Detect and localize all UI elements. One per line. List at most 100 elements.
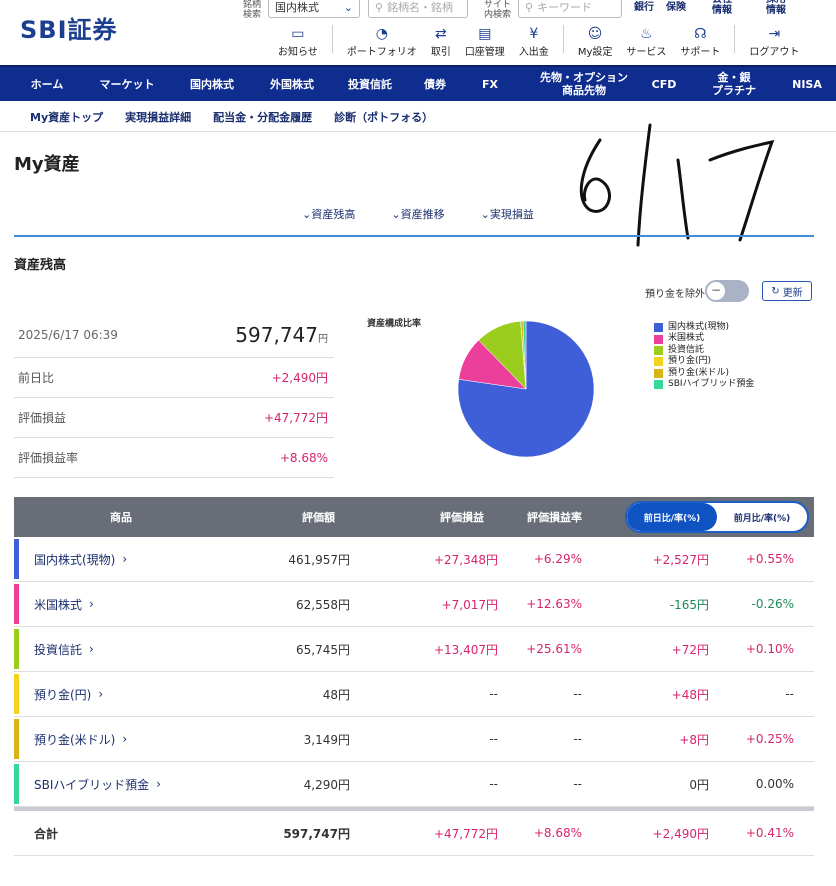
cell-daily-change-rate: 0.00% xyxy=(755,777,794,791)
nav-gold-silver[interactable]: 金・銀 プラチナ xyxy=(690,71,778,97)
chevron-right-icon: › xyxy=(156,777,161,791)
link-company-info[interactable]: 会社 情報 xyxy=(712,0,732,16)
message-icon: ▭ xyxy=(291,26,305,42)
anchor-balance[interactable]: ⌄資産残高 xyxy=(302,206,355,222)
chevron-right-icon: › xyxy=(122,552,128,566)
product-link[interactable]: 預り金(円) › xyxy=(34,672,103,716)
subnav-dividends[interactable]: 配当金・分配金履歴 xyxy=(213,109,312,125)
my-settings-button[interactable]: ☺ My設定 xyxy=(578,25,613,58)
cell-pl-rate: -- xyxy=(573,777,582,791)
refresh-icon: ↻ xyxy=(771,285,780,297)
link-recruit-info[interactable]: 採用 情報 xyxy=(766,0,786,16)
cell-daily-change: +72円 xyxy=(671,642,709,657)
nav-home[interactable]: ホーム xyxy=(0,78,94,91)
anchor-realized[interactable]: ⌄実現損益 xyxy=(481,206,534,222)
minus-icon: − xyxy=(707,282,725,300)
nav-cfd[interactable]: CFD xyxy=(638,78,690,91)
portfolio-icon: ◔ xyxy=(375,26,388,42)
search-icon: ⚲ xyxy=(375,0,384,14)
table-header: 商品 評価額 評価損益 評価損益率 前日比/率(%) 前月比/率(%) xyxy=(14,497,814,537)
cell-pl: -- xyxy=(489,777,498,791)
account-button[interactable]: ▤ 口座管理 xyxy=(465,25,505,58)
link-insurance[interactable]: 保険 xyxy=(666,0,686,13)
nav-funds[interactable]: 投資信託 xyxy=(320,78,420,91)
cell-value: 3,149円 xyxy=(303,732,350,747)
keyword-placeholder: キーワード xyxy=(537,1,593,14)
tab-monthly-change[interactable]: 前月比/率(%) xyxy=(717,503,807,531)
exclude-deposit-toggle[interactable]: − xyxy=(705,280,749,302)
support-button[interactable]: ☊ サポート xyxy=(680,25,720,58)
chevron-down-icon: ⌄ xyxy=(343,0,353,14)
summary-row: 評価損益率 +8.68% xyxy=(14,438,334,478)
nav-futures-options[interactable]: 先物・オプション 商品先物 xyxy=(530,71,638,97)
legend-item: 投資信託 xyxy=(654,345,754,356)
product-link[interactable]: 米国株式 › xyxy=(34,582,94,626)
nav-market[interactable]: マーケット xyxy=(94,78,160,91)
anchor-trend[interactable]: ⌄資産推移 xyxy=(391,206,444,222)
subnav-realized-pl[interactable]: 実現損益詳細 xyxy=(125,109,191,125)
divider xyxy=(562,25,564,53)
chevron-down-icon: ⌄ xyxy=(302,208,312,221)
keyword-search-input[interactable]: ⚲ キーワード xyxy=(518,0,622,18)
nav-nisa[interactable]: NISA xyxy=(778,78,836,91)
trade-icon: ⇄ xyxy=(434,26,447,42)
category-color-bar xyxy=(14,764,19,804)
chevron-down-icon: ⌄ xyxy=(480,208,490,221)
cell-pl-rate: +25.61% xyxy=(526,642,582,656)
legend-item: 預り金(円) xyxy=(654,356,754,367)
header-pl: 評価損益 xyxy=(440,511,484,524)
nav-fx[interactable]: FX xyxy=(450,78,530,91)
notice-button[interactable]: ▭ お知らせ xyxy=(278,25,318,58)
table-total-row: 合計 597,747円 +47,772円 +8.68% +2,490円 +0.4… xyxy=(14,811,814,856)
nav-foreign-stocks[interactable]: 外国株式 xyxy=(264,78,320,91)
product-link[interactable]: 投資信託 › xyxy=(34,627,94,671)
subnav-diagnosis[interactable]: 診断（ポトフォる） xyxy=(334,109,433,125)
legend-label: 国内株式(現物) xyxy=(668,322,730,332)
cell-daily-change-rate: -- xyxy=(785,687,794,701)
cell-pl: -- xyxy=(489,687,498,701)
nav-domestic-stocks[interactable]: 国内株式 xyxy=(160,78,264,91)
category-color-bar xyxy=(14,674,19,714)
stock-search-placeholder: 銘柄名・銘柄 xyxy=(387,1,454,14)
sbi-logo[interactable]: SBI証券 xyxy=(20,10,118,45)
handwritten-note xyxy=(579,123,775,247)
trade-button[interactable]: ⇄ 取引 xyxy=(431,25,451,58)
chevron-right-icon: › xyxy=(122,732,128,746)
logout-icon: ⇥ xyxy=(768,26,781,42)
portfolio-button[interactable]: ◔ ポートフォリオ xyxy=(347,25,417,58)
stock-search-label: 銘柄 検索 xyxy=(243,0,262,20)
section-title: 資産残高 xyxy=(14,258,67,273)
tab-daily-change[interactable]: 前日比/率(%) xyxy=(627,503,717,531)
nav-bonds[interactable]: 債券 xyxy=(420,78,450,91)
deposit-button[interactable]: ¥ 入出金 xyxy=(519,25,549,58)
chevron-down-icon: ⌄ xyxy=(391,208,401,221)
stock-search-input[interactable]: ⚲ 銘柄名・銘柄 xyxy=(368,0,468,18)
link-bank[interactable]: 銀行 xyxy=(634,0,654,13)
refresh-button[interactable]: ↻ 更新 xyxy=(762,281,812,301)
service-button[interactable]: ♨ サービス xyxy=(626,25,666,58)
table-row: 預り金(米ドル) › 3,149円 -- -- +8円 +0.25% xyxy=(14,717,814,762)
market-select[interactable]: 国内株式 ⌄ xyxy=(268,0,360,18)
cell-daily-change-rate: +0.55% xyxy=(745,552,794,566)
legend-swatch xyxy=(654,357,663,367)
exclude-deposit-label: 預り金を除外 xyxy=(645,289,705,300)
logout-button[interactable]: ⇥ ログアウト xyxy=(749,25,799,58)
chevron-right-icon: › xyxy=(89,642,94,656)
anchor-links: ⌄資産残高 ⌄資産推移 ⌄実現損益 xyxy=(0,206,836,222)
cell-daily-change: 0円 xyxy=(689,777,709,792)
legend-swatch xyxy=(654,368,663,378)
cell-pl-rate: +6.29% xyxy=(533,552,582,566)
table-row: 米国株式 › 62,558円 +7,017円 +12.63% -165円 -0.26% xyxy=(14,582,814,627)
product-link[interactable]: 国内株式(現物) › xyxy=(34,537,127,581)
legend-swatch xyxy=(654,334,663,344)
table-row: 国内株式(現物) › 461,957円 +27,348円 +6.29% +2,527円 +0… xyxy=(14,537,814,582)
subnav-my-assets-top[interactable]: My資産トップ xyxy=(30,109,103,125)
service-icon: ♨ xyxy=(640,26,653,42)
summary-total: 597,747円 xyxy=(235,322,328,347)
cell-pl-rate: -- xyxy=(573,687,582,701)
legend-label: 米国株式 xyxy=(668,333,705,344)
category-color-bar xyxy=(14,629,19,669)
product-link[interactable]: SBIハイブリッド預金 › xyxy=(34,762,161,806)
product-link[interactable]: 預り金(米ドル) › xyxy=(34,717,127,761)
asset-allocation-pie xyxy=(457,320,595,458)
